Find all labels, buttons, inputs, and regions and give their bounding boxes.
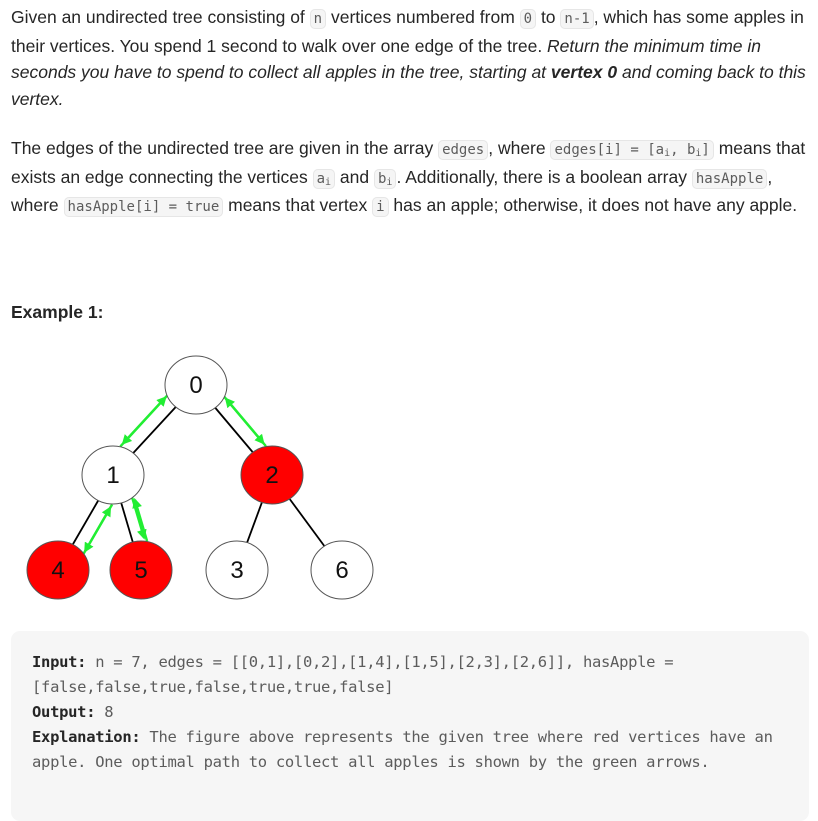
code-edges-definition: edges[i] = [ai, bi] bbox=[550, 140, 714, 160]
vertex-label: 5 bbox=[134, 557, 147, 584]
code-a-i: ai bbox=[312, 168, 336, 189]
example-box: Input: n = 7, edges = [[0,1],[0,2],[1,4]… bbox=[11, 631, 809, 821]
problem-page: Given an undirected tree consisting of n… bbox=[0, 0, 818, 221]
tree-node-0: 0 bbox=[164, 355, 228, 415]
tree-node-3: 3 bbox=[205, 540, 269, 600]
explanation-value: The figure above represents the given tr… bbox=[32, 728, 782, 771]
code-n-minus-1: n-1 bbox=[560, 9, 594, 29]
code-i: i bbox=[372, 197, 389, 217]
vertex-label: 3 bbox=[230, 557, 243, 584]
tree-edge-1-4 bbox=[71, 500, 100, 545]
path-arrow-1-to-0 bbox=[119, 396, 167, 448]
description-paragraph-1: Given an undirected tree consisting of n… bbox=[11, 7, 806, 109]
tree-edge-2-3 bbox=[246, 502, 263, 543]
tree-edge-0-2 bbox=[214, 407, 254, 453]
tree-edge-1-5 bbox=[120, 502, 134, 543]
vertex-label: 6 bbox=[335, 557, 348, 584]
vertex-label: 0 bbox=[189, 372, 202, 399]
input-value: n = 7, edges = [[0,1],[0,2],[1,4],[1,5],… bbox=[32, 653, 683, 696]
vertex-label: 2 bbox=[265, 462, 278, 489]
tree-node-5: 5 bbox=[109, 540, 173, 600]
code-hasapple: hasApple bbox=[691, 168, 768, 189]
explanation-label: Explanation: bbox=[32, 728, 141, 746]
output-label: Output: bbox=[32, 703, 96, 721]
code-edges: edges bbox=[438, 140, 489, 160]
path-arrow-1-to-5 bbox=[130, 496, 147, 540]
code-zero: 0 bbox=[519, 9, 537, 29]
vertex-0-strong: vertex 0 bbox=[550, 62, 618, 82]
tree-edge-0-1 bbox=[132, 406, 177, 454]
tree-figure: 0 1 2 3 4 5 6 bbox=[26, 355, 374, 600]
input-label: Input: bbox=[32, 653, 87, 671]
tree-node-6: 6 bbox=[310, 540, 374, 600]
code-b-i: bi bbox=[373, 168, 397, 189]
tree-node-4: 4 bbox=[26, 540, 90, 600]
code-n: n bbox=[309, 9, 327, 29]
path-arrow-2-to-0 bbox=[224, 397, 267, 447]
path-arrow-5-to-1 bbox=[132, 497, 149, 542]
example-title: Example 1: bbox=[11, 302, 104, 322]
tree-node-1: 1 bbox=[81, 445, 145, 505]
example-text: Input: n = 7, edges = [[0,1],[0,2],[1,4]… bbox=[32, 650, 802, 775]
tree-nodes: 0 1 2 3 4 5 6 bbox=[26, 355, 374, 600]
path-arrow-4-to-1 bbox=[82, 506, 112, 556]
tree-node-2: 2 bbox=[240, 445, 304, 505]
vertex-label: 4 bbox=[51, 557, 64, 584]
output-value: 8 bbox=[95, 703, 114, 721]
description-paragraph-2: The edges of the undirected tree are giv… bbox=[11, 138, 806, 217]
vertex-label: 1 bbox=[106, 462, 119, 489]
code-hasapple-definition: hasApple[i] = true bbox=[63, 197, 224, 217]
tree-edge-2-6 bbox=[288, 498, 326, 547]
